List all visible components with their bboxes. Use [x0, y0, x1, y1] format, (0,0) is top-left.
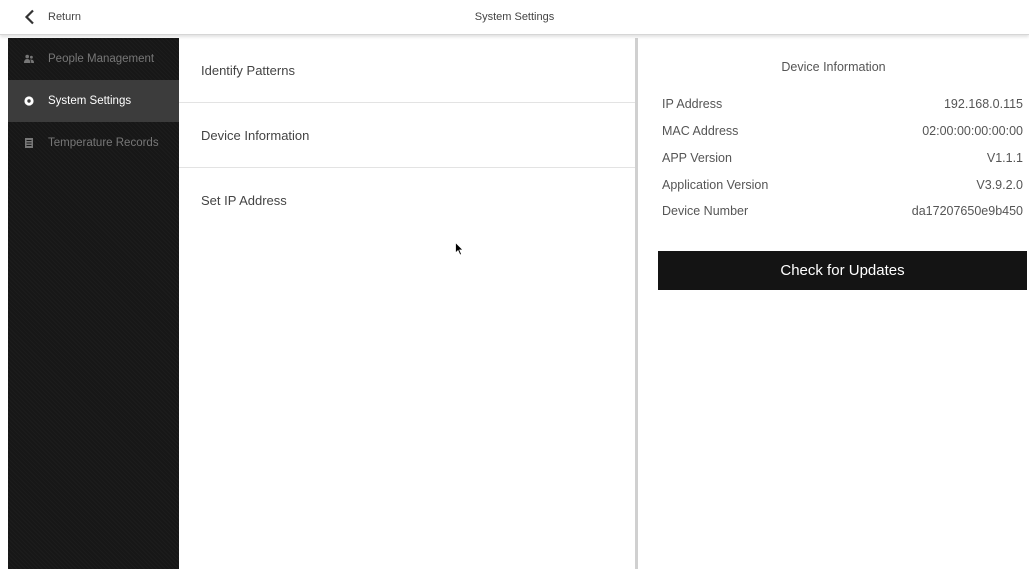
settings-menu: Identify Patterns Device Information Set… — [179, 38, 635, 569]
info-row-ip-address: IP Address 192.168.0.115 — [662, 94, 1023, 114]
menu-item-label: Identify Patterns — [201, 62, 295, 78]
info-label: Application Version — [662, 178, 769, 192]
check-for-updates-button[interactable]: Check for Updates — [658, 251, 1027, 290]
panel-title: Device Information — [781, 60, 886, 74]
menu-item-device-information[interactable]: Device Information — [179, 103, 635, 168]
device-info-panel: Device Information IP Address 192.168.0.… — [638, 38, 1029, 569]
sidebar-item-label: System Settings — [48, 95, 132, 107]
top-bar: Return System Settings — [0, 0, 1029, 35]
info-row-app-version: APP Version V1.1.1 — [662, 148, 1023, 168]
info-row-application-version: Application Version V3.9.2.0 — [662, 175, 1023, 195]
info-label: MAC Address — [662, 124, 739, 138]
info-row-mac-address: MAC Address 02:00:00:00:00:00 — [662, 121, 1023, 141]
sidebar-item-people-management[interactable]: People Management — [8, 38, 179, 80]
info-value: V1.1.1 — [986, 151, 1023, 165]
menu-item-label: Set IP Address — [201, 192, 287, 208]
info-label: IP Address — [662, 97, 723, 111]
mouse-cursor-icon — [455, 242, 464, 256]
info-row-device-number: Device Number da17207650e9b450 — [662, 201, 1023, 221]
info-value: 02:00:00:00:00:00 — [922, 124, 1023, 138]
return-label: Return — [48, 11, 82, 23]
info-label: Device Number — [662, 204, 749, 218]
menu-item-label: Device Information — [201, 127, 310, 143]
info-label: APP Version — [662, 151, 732, 165]
sidebar-item-temperature-records[interactable]: Temperature Records — [8, 122, 179, 164]
sidebar-item-label: People Management — [48, 53, 155, 65]
info-value: da17207650e9b450 — [911, 204, 1023, 218]
page-title: System Settings — [474, 11, 555, 23]
people-icon — [24, 54, 34, 64]
records-icon — [24, 138, 34, 148]
sidebar-item-system-settings[interactable]: System Settings — [8, 80, 179, 122]
gear-icon — [24, 96, 34, 106]
return-button[interactable]: Return — [24, 0, 81, 34]
menu-item-identify-patterns[interactable]: Identify Patterns — [179, 38, 635, 103]
info-value: 192.168.0.115 — [943, 97, 1023, 111]
sidebar: People Management System Settings Temper… — [8, 38, 179, 569]
sidebar-item-label: Temperature Records — [48, 137, 159, 149]
menu-item-set-ip-address[interactable]: Set IP Address — [179, 168, 635, 232]
chevron-left-icon — [24, 9, 34, 25]
info-value: V3.9.2.0 — [976, 178, 1023, 192]
